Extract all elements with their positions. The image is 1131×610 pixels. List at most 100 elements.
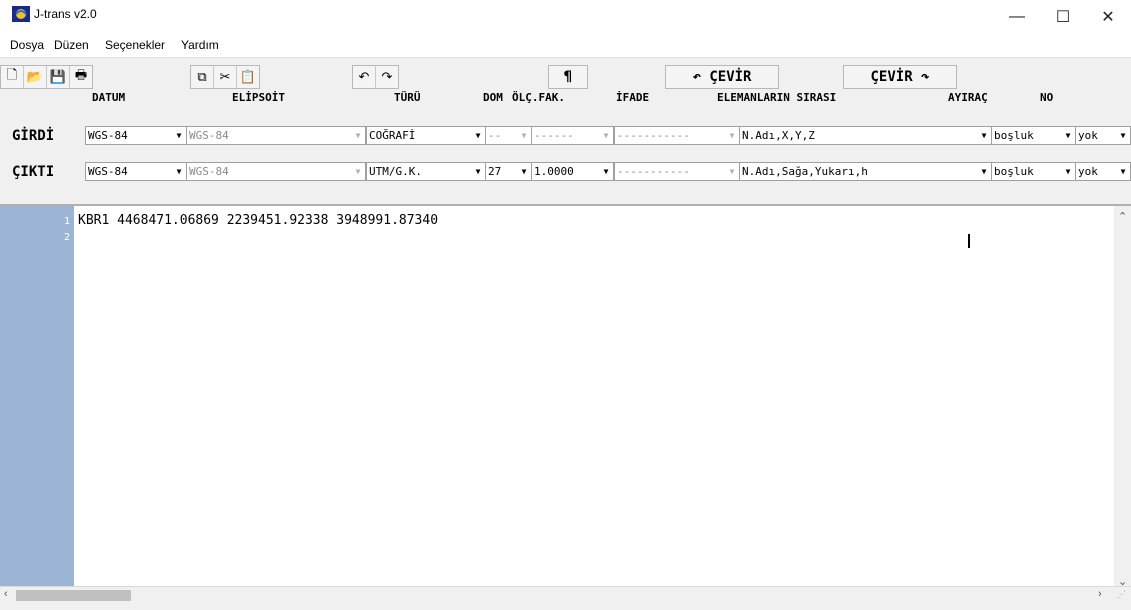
cevir-back-button[interactable]: ↶ ÇEVİR (665, 65, 779, 89)
girdi-ifade-value: ----------- (617, 129, 690, 142)
maximize-button[interactable]: ☐ (1040, 0, 1086, 33)
girdi-elipsoit-value: WGS-84 (189, 129, 229, 142)
undo-toolbar-group: ↶ ↷ (352, 65, 399, 89)
scrollbar-thumb[interactable] (16, 590, 131, 601)
cikti-olcfak-value: 1.0000 (534, 165, 574, 178)
cut-icon[interactable]: ✂ (214, 66, 237, 88)
paragraph-button[interactable]: ¶ (548, 65, 588, 89)
scroll-up-icon[interactable]: ⌃ (1118, 210, 1127, 223)
horizontal-scrollbar[interactable]: ‹ › ⋰ (0, 586, 1131, 604)
girdi-no-value: yok (1078, 129, 1098, 142)
print-icon[interactable]: 🖶 (70, 66, 92, 88)
column-dom: DOM (483, 91, 503, 104)
scroll-right-icon[interactable]: › (1098, 588, 1102, 600)
cikti-dom-value: 27 (488, 165, 502, 178)
save-icon[interactable]: 💾 (47, 66, 70, 88)
chevron-down-icon[interactable]: ▼ (1116, 163, 1130, 180)
cikti-ifade-value: ----------- (617, 165, 690, 178)
toolbar: 🗋 📂 💾 🖶 ⧉ ✂ 📋 ↶ ↷ ¶ ↶ ÇEVİR ÇEVİR ↷ (0, 57, 1131, 91)
resize-grip-icon[interactable]: ⋰ (1117, 589, 1126, 600)
cikti-ayirac-value: boşluk (994, 165, 1034, 178)
girdi-no-select[interactable]: yok ▼ (1075, 126, 1131, 145)
column-no: NO (1040, 91, 1054, 104)
column-olcfak: ÖLÇ.FAK. (512, 91, 565, 104)
minimize-button[interactable]: — (994, 0, 1040, 33)
close-button[interactable]: ✕ (1085, 0, 1131, 33)
chevron-down-icon[interactable]: ▼ (351, 163, 365, 180)
cikti-ifade-select[interactable]: ----------- ▼ (614, 162, 740, 181)
cikti-elipsoit-select[interactable]: WGS-84 ▼ (186, 162, 366, 181)
menu-bar: Dosya Düzen Seçenekler Yardım (0, 33, 1131, 57)
cikti-ayirac-select[interactable]: boşluk ▼ (991, 162, 1076, 181)
undo-icon[interactable]: ↶ (353, 66, 376, 88)
column-elemanlar: ELEMANLARIN SIRASI (717, 91, 837, 104)
cikti-elipsoit-value: WGS-84 (189, 165, 229, 178)
window-title: J-trans v2.0 (34, 7, 97, 21)
cikti-turu-select[interactable]: UTM/G.K. ▼ (366, 162, 486, 181)
chevron-down-icon[interactable]: ▼ (1116, 127, 1130, 144)
cikti-olcfak-select[interactable]: 1.0000 ▼ (531, 162, 614, 181)
girdi-dom-select[interactable]: -- ▼ (485, 126, 532, 145)
chevron-down-icon[interactable]: ▼ (172, 127, 186, 144)
girdi-elemanlar-select[interactable]: N.Adı,X,Y,Z ▼ (739, 126, 992, 145)
chevron-down-icon[interactable]: ▼ (725, 163, 739, 180)
chevron-down-icon[interactable]: ▼ (471, 127, 485, 144)
menu-secenekler[interactable]: Seçenekler (105, 38, 165, 52)
title-bar: J-trans v2.0 — ☐ ✕ (0, 0, 1131, 33)
cikti-dom-select[interactable]: 27 ▼ (485, 162, 532, 181)
menu-yardim[interactable]: Yardım (181, 38, 219, 52)
redo-icon[interactable]: ↷ (376, 66, 398, 88)
cikti-no-select[interactable]: yok ▼ (1075, 162, 1131, 181)
girdi-ayirac-select[interactable]: boşluk ▼ (991, 126, 1076, 145)
girdi-elipsoit-select[interactable]: WGS-84 ▼ (186, 126, 366, 145)
column-turu: TÜRÜ (394, 91, 421, 104)
chevron-down-icon[interactable]: ▼ (351, 127, 365, 144)
cikti-datum-value: WGS-84 (88, 165, 128, 178)
chevron-down-icon[interactable]: ▼ (725, 127, 739, 144)
line-number-gutter: 1 2 (0, 206, 74, 586)
chevron-down-icon[interactable]: ▼ (599, 163, 613, 180)
chevron-down-icon[interactable]: ▼ (977, 163, 991, 180)
cevir-forward-button[interactable]: ÇEVİR ↷ (843, 65, 957, 89)
girdi-ayirac-value: boşluk (994, 129, 1034, 142)
text-editor[interactable]: 1 2 KBR1 4468471.06869 2239451.92338 394… (0, 204, 1131, 588)
girdi-olcfak-select[interactable]: ------ ▼ (531, 126, 614, 145)
chevron-down-icon[interactable]: ▼ (517, 127, 531, 144)
girdi-ifade-select[interactable]: ----------- ▼ (614, 126, 740, 145)
cikti-no-value: yok (1078, 165, 1098, 178)
cikti-turu-value: UTM/G.K. (369, 165, 422, 178)
girdi-olcfak-value: ------ (534, 129, 574, 142)
vertical-scrollbar[interactable]: ⌃ ⌄ (1114, 206, 1131, 588)
chevron-down-icon[interactable]: ▼ (172, 163, 186, 180)
chevron-down-icon[interactable]: ▼ (977, 127, 991, 144)
menu-dosya[interactable]: Dosya (10, 38, 44, 52)
new-file-icon[interactable]: 🗋 (1, 66, 24, 88)
chevron-down-icon[interactable]: ▼ (599, 127, 613, 144)
file-toolbar-group: 🗋 📂 💾 🖶 (0, 65, 93, 89)
paste-icon[interactable]: 📋 (237, 66, 259, 88)
chevron-down-icon[interactable]: ▼ (1061, 127, 1075, 144)
girdi-turu-select[interactable]: COĞRAFİ ▼ (366, 126, 486, 145)
girdi-dom-value: -- (488, 129, 502, 142)
cikti-elemanlar-value: N.Adı,Sağa,Yukarı,h (742, 165, 868, 178)
chevron-down-icon[interactable]: ▼ (517, 163, 531, 180)
column-elipsoit: ELİPSOİT (232, 91, 285, 104)
line-number: 2 (63, 232, 70, 243)
column-ayirac: AYIRAÇ (948, 91, 988, 104)
app-icon (12, 6, 30, 22)
girdi-elemanlar-value: N.Adı,X,Y,Z (742, 129, 815, 142)
chevron-down-icon[interactable]: ▼ (471, 163, 485, 180)
cikti-elemanlar-select[interactable]: N.Adı,Sağa,Yukarı,h ▼ (739, 162, 992, 181)
line-number: 1 (63, 216, 70, 227)
chevron-down-icon[interactable]: ▼ (1061, 163, 1075, 180)
open-folder-icon[interactable]: 📂 (24, 66, 47, 88)
cikti-datum-select[interactable]: WGS-84 ▼ (85, 162, 187, 181)
column-datum: DATUM (92, 91, 126, 104)
copy-icon[interactable]: ⧉ (191, 66, 214, 88)
girdi-datum-select[interactable]: WGS-84 ▼ (85, 126, 187, 145)
girdi-datum-value: WGS-84 (88, 129, 128, 142)
scroll-left-icon[interactable]: ‹ (4, 588, 8, 600)
menu-duzen[interactable]: Düzen (54, 38, 89, 52)
girdi-turu-value: COĞRAFİ (369, 129, 416, 142)
editor-line[interactable]: KBR1 4468471.06869 2239451.92338 3948991… (78, 213, 438, 228)
